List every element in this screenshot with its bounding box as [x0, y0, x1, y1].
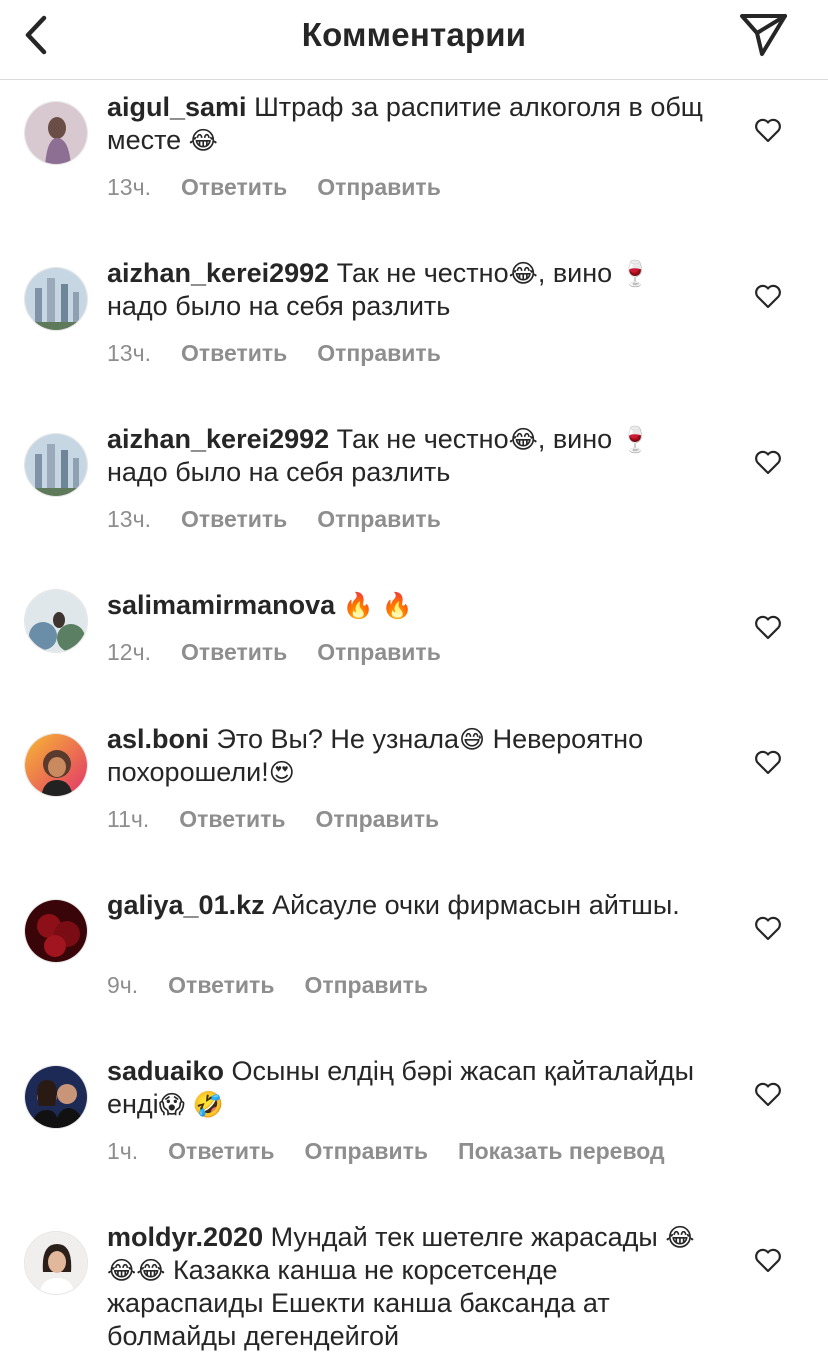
send-button[interactable]: Отправить [317, 174, 441, 201]
comment-text: aizhan_kerei2992 Так не честно😂, вино 🍷 … [107, 423, 717, 489]
comment-item: salimamirmanova 🔥 🔥 12ч. Ответить Отправит… [0, 589, 828, 679]
heart-icon[interactable] [754, 449, 782, 475]
heart-icon[interactable] [754, 749, 782, 775]
comment-emoji: 😂 [508, 425, 538, 454]
reply-button[interactable]: Ответить [179, 806, 285, 833]
send-button[interactable]: Отправить [304, 972, 428, 999]
heart-icon[interactable] [754, 614, 782, 640]
comment-time: 11ч. [107, 806, 150, 832]
comment-body: надо было на себя разлить [107, 291, 451, 321]
comment-text: moldyr.2020 Мундай тек шетелге жарасады … [107, 1221, 717, 1353]
comment-meta: 1ч. Ответить Отправить Показать перевод [107, 1138, 695, 1165]
comment-time: 13ч. [107, 174, 151, 200]
comment-body: , вино [537, 424, 620, 454]
reply-button[interactable]: Ответить [181, 506, 287, 533]
send-button[interactable]: Отправить [317, 340, 441, 367]
send-button[interactable]: Отправить [304, 1138, 428, 1165]
heart-icon[interactable] [754, 1081, 782, 1107]
avatar[interactable] [24, 101, 88, 165]
comment-text: saduaiko Осыны елдің бәрі жасап қайталай… [107, 1055, 717, 1121]
comment-body: Казакка канша не корсетсенде жараспаиды … [107, 1255, 610, 1351]
avatar[interactable] [24, 1231, 88, 1295]
comment-item: galiya_01.kz Айсауле очки фирмасын айтшы… [0, 889, 828, 1009]
comment-time: 12ч. [107, 639, 151, 665]
comment-item: aizhan_kerei2992 Так не честно😂, вино 🍷 … [0, 423, 828, 543]
comment-body [335, 590, 343, 620]
reply-button[interactable]: Ответить [168, 1138, 274, 1165]
reply-button[interactable]: Ответить [181, 340, 287, 367]
comment-username[interactable]: saduaiko [107, 1056, 224, 1086]
comment-time: 13ч. [107, 340, 151, 366]
comment-time: 1ч. [107, 1138, 139, 1164]
paper-plane-icon [740, 14, 787, 56]
comment-meta: 13ч. Ответить Отправить [107, 174, 471, 201]
comment-item: aizhan_kerei2992 Так не честно😂, вино 🍷 … [0, 257, 828, 377]
comment-username[interactable]: galiya_01.kz [107, 890, 265, 920]
comment-text: salimamirmanova 🔥 🔥 [107, 589, 717, 622]
comment-username[interactable]: aizhan_kerei2992 [107, 258, 329, 288]
comment-item: saduaiko Осыны елдің бәрі жасап қайталай… [0, 1055, 828, 1175]
comment-username[interactable]: moldyr.2020 [107, 1222, 263, 1252]
avatar[interactable] [24, 589, 88, 653]
comment-item: asl.boni Это Вы? Не узнала😅 Невероятно п… [0, 723, 828, 843]
comment-body: Так не честно [329, 424, 509, 454]
send-button[interactable]: Отправить [317, 506, 441, 533]
comment-meta: 11ч. Ответить Отправить [107, 806, 469, 833]
comment-body: Так не честно [329, 258, 509, 288]
comment-body: Мундай тек шетелге жарасады [263, 1222, 666, 1252]
comment-emoji: 😂 [508, 259, 538, 288]
page-title: Комментарии [301, 16, 527, 53]
heart-icon[interactable] [754, 915, 782, 941]
comment-emoji: 😅 [459, 725, 486, 754]
comment-body: , вино [537, 258, 620, 288]
comment-meta: 9ч. Ответить Отправить [107, 972, 458, 999]
avatar[interactable] [24, 733, 88, 797]
comment-time: 9ч. [107, 972, 139, 998]
send-button[interactable]: Отправить [316, 806, 440, 833]
translate-button[interactable]: Показать перевод [458, 1138, 665, 1165]
share-button[interactable] [738, 10, 790, 58]
reply-button[interactable]: Ответить [168, 972, 274, 999]
comment-body: Это Вы? Не узнала [209, 724, 460, 754]
avatar[interactable] [24, 433, 88, 497]
comment-text: asl.boni Это Вы? Не узнала😅 Невероятно п… [107, 723, 717, 789]
avatar[interactable] [24, 1065, 88, 1129]
comment-item: aigul_sami Штраф за распитие алкоголя в … [0, 91, 828, 211]
comment-time: 13ч. [107, 506, 151, 532]
reply-button[interactable]: Ответить [181, 174, 287, 201]
comment-emoji: 😂 [188, 126, 218, 155]
comment-text: aigul_sami Штраф за распитие алкоголя в … [107, 91, 717, 157]
top-bar: Комментарии [0, 0, 828, 80]
comment-emoji: 🔥 🔥 [342, 591, 413, 620]
comment-username[interactable]: aigul_sami [107, 92, 247, 122]
comment-meta: 13ч. Ответить Отправить [107, 340, 471, 367]
reply-button[interactable]: Ответить [181, 639, 287, 666]
comment-emoji: 🍷 [619, 425, 651, 454]
comment-emoji: 😱 🤣 [158, 1090, 224, 1119]
comment-meta: 12ч. Ответить Отправить [107, 639, 471, 666]
send-button[interactable]: Отправить [317, 639, 441, 666]
comment-username[interactable]: asl.boni [107, 724, 209, 754]
comment-text: aizhan_kerei2992 Так не честно😂, вино 🍷 … [107, 257, 717, 323]
comment-text: galiya_01.kz Айсауле очки фирмасын айтшы… [107, 889, 717, 922]
comment-username[interactable]: salimamirmanova [107, 590, 335, 620]
heart-icon[interactable] [754, 117, 782, 143]
comment-body: надо было на себя разлить [107, 457, 451, 487]
comment-body: Айсауле очки фирмасын айтшы. [264, 890, 680, 920]
comment-emoji: 😍 [268, 758, 295, 787]
comment-username[interactable]: aizhan_kerei2992 [107, 424, 329, 454]
avatar[interactable] [24, 899, 88, 963]
comment-meta: 13ч. Ответить Отправить [107, 506, 471, 533]
heart-icon[interactable] [754, 283, 782, 309]
heart-icon[interactable] [754, 1247, 782, 1273]
avatar[interactable] [24, 267, 88, 331]
comment-item: moldyr.2020 Мундай тек шетелге жарасады … [0, 1221, 828, 1358]
comment-emoji: 🍷 [619, 259, 651, 288]
